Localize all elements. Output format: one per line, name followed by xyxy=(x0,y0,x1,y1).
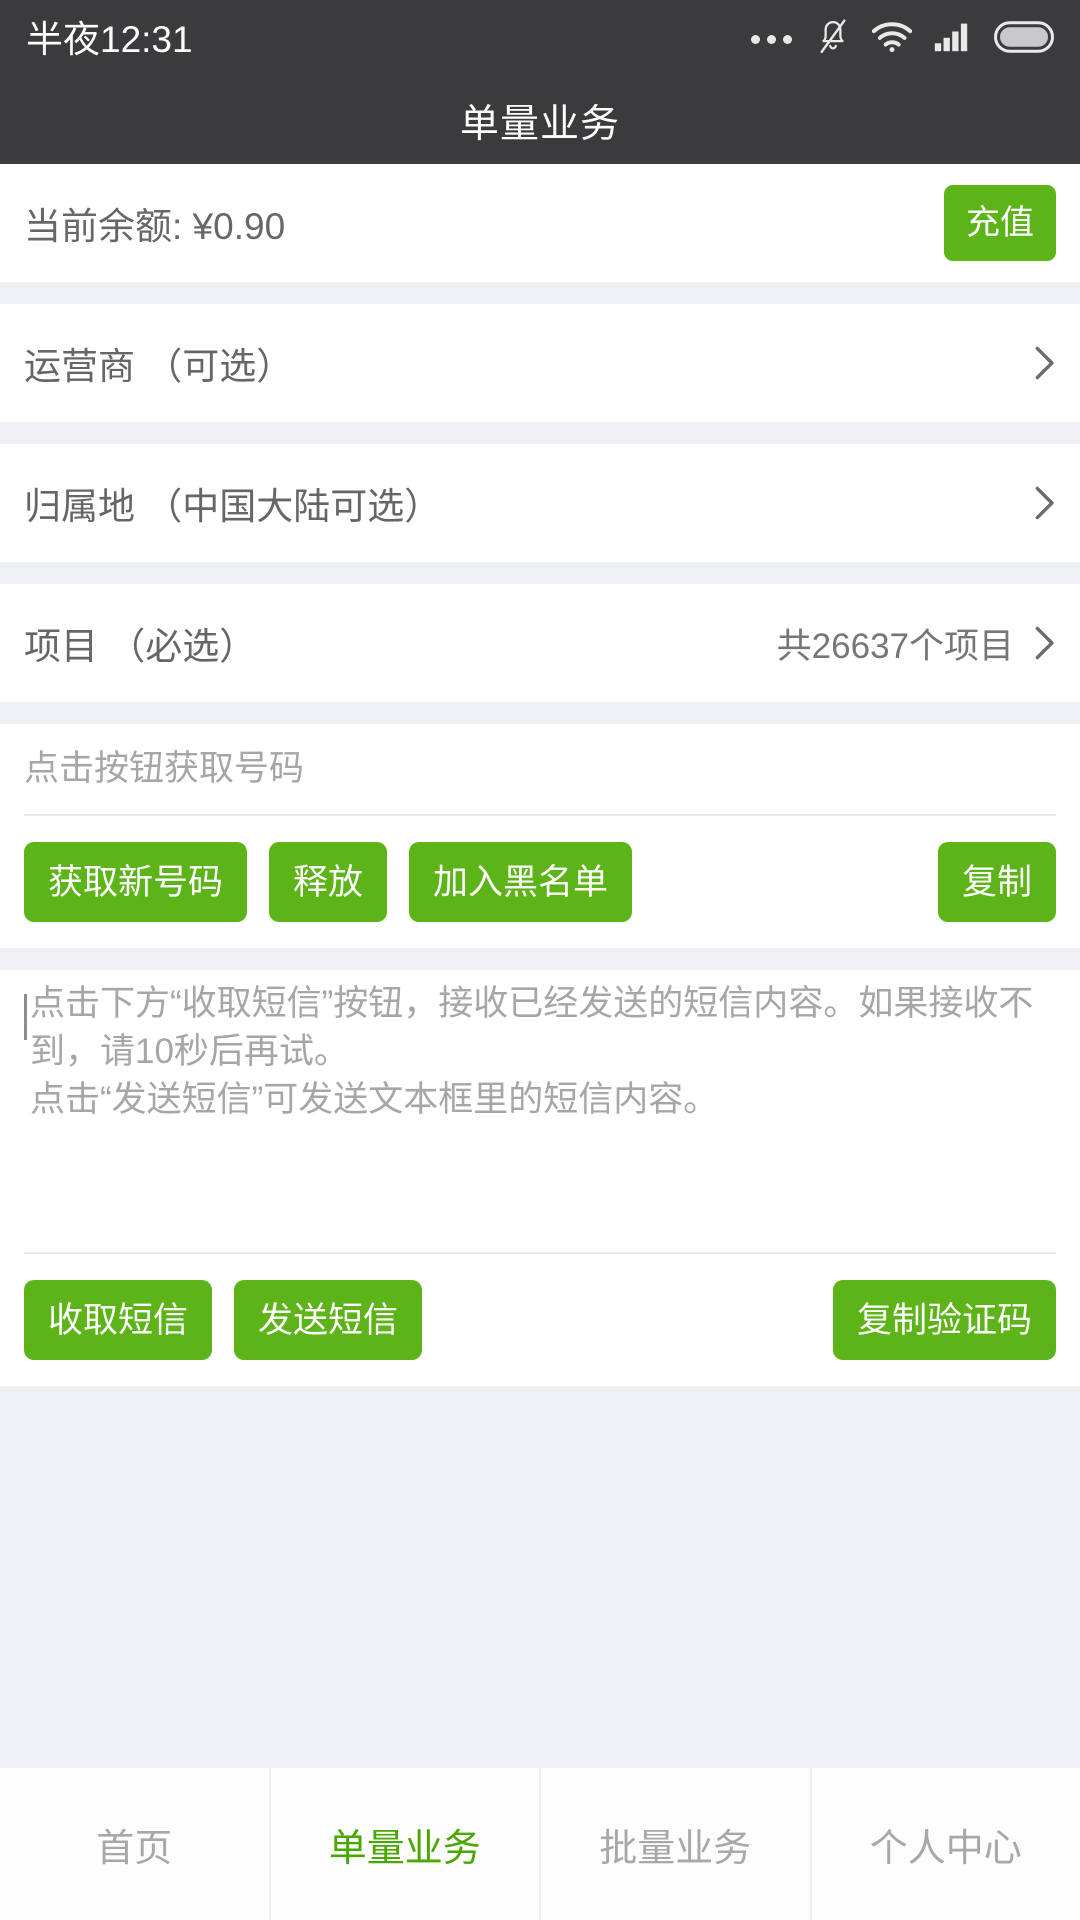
battery-icon xyxy=(994,20,1054,58)
tab-home[interactable]: 首页 xyxy=(0,1768,271,1920)
row-location-label: 归属地 （中国大陆可选） xyxy=(24,486,442,527)
title-bar: 单量业务 xyxy=(0,78,1080,164)
app-screen: 半夜12:31 单量业务 当前余额: ¥0.90 充值 运营商 （可选） 归属地… xyxy=(0,0,1080,1920)
page-title: 单量业务 xyxy=(459,103,620,146)
recharge-button[interactable]: 充值 xyxy=(944,185,1056,261)
send-sms-button[interactable]: 发送短信 xyxy=(234,1280,423,1360)
status-bar: 半夜12:31 xyxy=(0,0,1080,78)
empty-area xyxy=(0,1386,1080,1768)
chevron-right-icon xyxy=(1034,344,1056,382)
get-new-number-button[interactable]: 获取新号码 xyxy=(24,842,248,922)
row-operator[interactable]: 运营商 （可选） xyxy=(0,304,1080,422)
bottom-tab-bar: 首页 单量业务 批量业务 个人中心 xyxy=(0,1768,1080,1920)
section-divider xyxy=(0,702,1080,724)
more-dots-icon xyxy=(751,34,792,44)
signal-icon xyxy=(934,22,972,57)
sms-placeholder-text: 点击下方“收取短信”按钮，接收已经发送的短信内容。如果接收不到，请10秒后再试。… xyxy=(30,984,1034,1119)
sms-section: 点击下方“收取短信”按钮，接收已经发送的短信内容。如果接收不到，请10秒后再试。… xyxy=(0,970,1080,1386)
number-action-row: 获取新号码 释放 加入黑名单 复制 xyxy=(24,842,1056,922)
bell-muted-icon xyxy=(816,18,850,61)
add-blacklist-button[interactable]: 加入黑名单 xyxy=(409,842,633,922)
chevron-right-icon xyxy=(1034,624,1056,662)
copy-verification-code-button[interactable]: 复制验证码 xyxy=(832,1280,1056,1360)
row-operator-label: 运营商 （可选） xyxy=(24,346,294,387)
sms-action-row: 收取短信 发送短信 复制验证码 xyxy=(24,1280,1056,1360)
text-caret xyxy=(24,994,27,1040)
section-divider xyxy=(0,948,1080,970)
copy-number-button[interactable]: 复制 xyxy=(937,842,1056,922)
section-divider xyxy=(0,562,1080,584)
balance-label: 当前余额: ¥0.90 xyxy=(24,206,286,247)
tab-batch-business[interactable]: 批量业务 xyxy=(541,1768,812,1920)
tab-single-business[interactable]: 单量业务 xyxy=(271,1768,541,1920)
row-location[interactable]: 归属地 （中国大陆可选） xyxy=(0,444,1080,562)
wifi-icon xyxy=(871,21,913,58)
receive-sms-button[interactable]: 收取短信 xyxy=(24,1280,213,1360)
release-number-button[interactable]: 释放 xyxy=(269,842,388,922)
page-content: 当前余额: ¥0.90 充值 运营商 （可选） 归属地 （中国大陆可选） 项目 … xyxy=(0,164,1080,1768)
section-divider xyxy=(0,422,1080,444)
project-count: 共26637个项目 xyxy=(776,626,1014,666)
sms-divider xyxy=(24,1252,1056,1254)
phone-number-input[interactable] xyxy=(24,724,1056,816)
sms-textarea[interactable]: 点击下方“收取短信”按钮，接收已经发送的短信内容。如果接收不到，请10秒后再试。… xyxy=(24,970,1056,1252)
chevron-right-icon xyxy=(1034,484,1056,522)
project-card: 项目 （必选） 共26637个项目 xyxy=(0,584,1080,702)
tab-profile[interactable]: 个人中心 xyxy=(812,1768,1080,1920)
location-card: 归属地 （中国大陆可选） xyxy=(0,444,1080,562)
status-icon-group xyxy=(751,18,1054,61)
status-time: 半夜12:31 xyxy=(26,18,193,60)
operator-card: 运营商 （可选） xyxy=(0,304,1080,422)
row-project[interactable]: 项目 （必选） 共26637个项目 xyxy=(0,584,1080,702)
balance-card: 当前余额: ¥0.90 充值 xyxy=(0,164,1080,282)
balance-row: 当前余额: ¥0.90 充值 xyxy=(0,164,1080,282)
row-project-label: 项目 （必选） xyxy=(24,626,257,667)
number-section: 获取新号码 释放 加入黑名单 复制 xyxy=(0,724,1080,948)
section-divider xyxy=(0,282,1080,304)
